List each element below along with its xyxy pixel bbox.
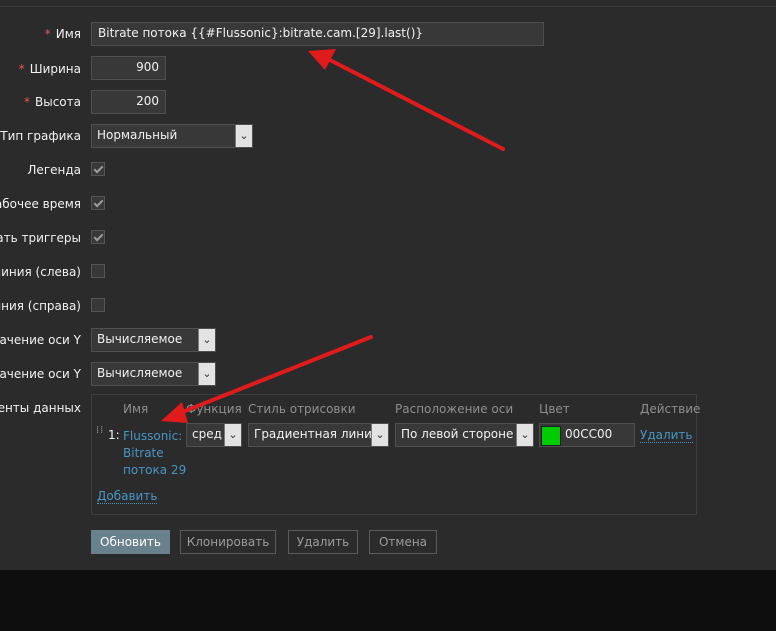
item-axis-value: По левой стороне [401,427,514,441]
height-label: * Высота [24,95,81,109]
width-label: * Ширина [18,62,81,76]
worktime-checkbox[interactable] [91,196,105,210]
chevron-down-icon: ⌄ [198,363,215,385]
legend-checkbox[interactable] [91,162,105,176]
name-label: * Имя [44,27,81,41]
worktime-label: абочее время [0,197,81,211]
legend-label: Легенда [27,163,81,177]
item-remove-link[interactable]: Удалить [640,428,693,443]
item-function-value: сред [192,427,222,441]
col-action-header: Действие [640,402,701,416]
item-draw-style-select[interactable]: Градиентная линия ⌄ [248,423,389,447]
item-draw-style-value: Градиентная линия [254,427,380,441]
name-input[interactable]: Bitrate потока {{#Flussonic}:bitrate.cam… [91,22,544,46]
chevron-down-icon: ⌄ [516,424,533,446]
triggers-checkbox[interactable] [91,230,105,244]
color-swatch[interactable] [541,426,561,446]
clone-button[interactable]: Клонировать [180,530,276,554]
ymin-value: Вычисляемое [97,332,183,346]
width-input[interactable]: 900 [91,56,166,80]
chevron-down-icon: ⌄ [198,329,215,351]
percentile-right-label: иния (справа) [0,299,81,313]
update-button[interactable]: Обновить [91,530,170,554]
chevron-down-icon: ⌄ [235,125,252,147]
graph-type-value: Нормальный [97,128,178,142]
ymax-value: Вычисляемое [97,366,183,380]
delete-button[interactable]: Удалить [288,530,358,554]
add-item-link[interactable]: Добавить [97,489,158,504]
ymin-label: начение оси Y [0,333,81,347]
col-name-header: Имя [123,402,149,416]
chevron-down-icon: ⌄ [371,424,388,446]
graph-type-label: Тип графика [0,129,81,143]
col-axis-header: Расположение оси [395,402,514,416]
chevron-down-icon: ⌄ [224,424,241,446]
col-function-header: Функция [186,402,242,416]
items-label: менты данных [0,401,81,415]
col-draw-style-header: Стиль отрисовки [248,402,356,416]
ymax-label: начение оси Y [0,367,81,381]
percentile-left-label: линия (слева) [0,265,81,279]
height-input[interactable]: 200 [91,90,166,114]
drag-handle-icon[interactable]: ⁞⁞ [96,426,103,444]
cancel-button[interactable]: Отмена [369,530,437,554]
item-name-link[interactable]: Flussonic: Bitrate потока 29 [123,428,186,479]
item-name-line: Flussonic: [123,429,183,443]
ymax-select[interactable]: Вычисляемое ⌄ [91,362,216,386]
item-axis-select[interactable]: По левой стороне ⌄ [395,423,534,447]
triggers-label: жать триггеры [0,231,81,245]
item-index: 1: [108,428,120,442]
col-color-header: Цвет [539,402,570,416]
ymin-select[interactable]: Вычисляемое ⌄ [91,328,216,352]
graph-type-select[interactable]: Нормальный ⌄ [91,124,253,148]
percentile-left-checkbox[interactable] [91,264,105,278]
item-function-select[interactable]: сред ⌄ [186,423,242,447]
percentile-right-checkbox[interactable] [91,298,105,312]
page-footer-area [0,570,776,631]
item-name-line: потока 29 [123,463,187,477]
item-name-line: Bitrate [123,446,164,460]
